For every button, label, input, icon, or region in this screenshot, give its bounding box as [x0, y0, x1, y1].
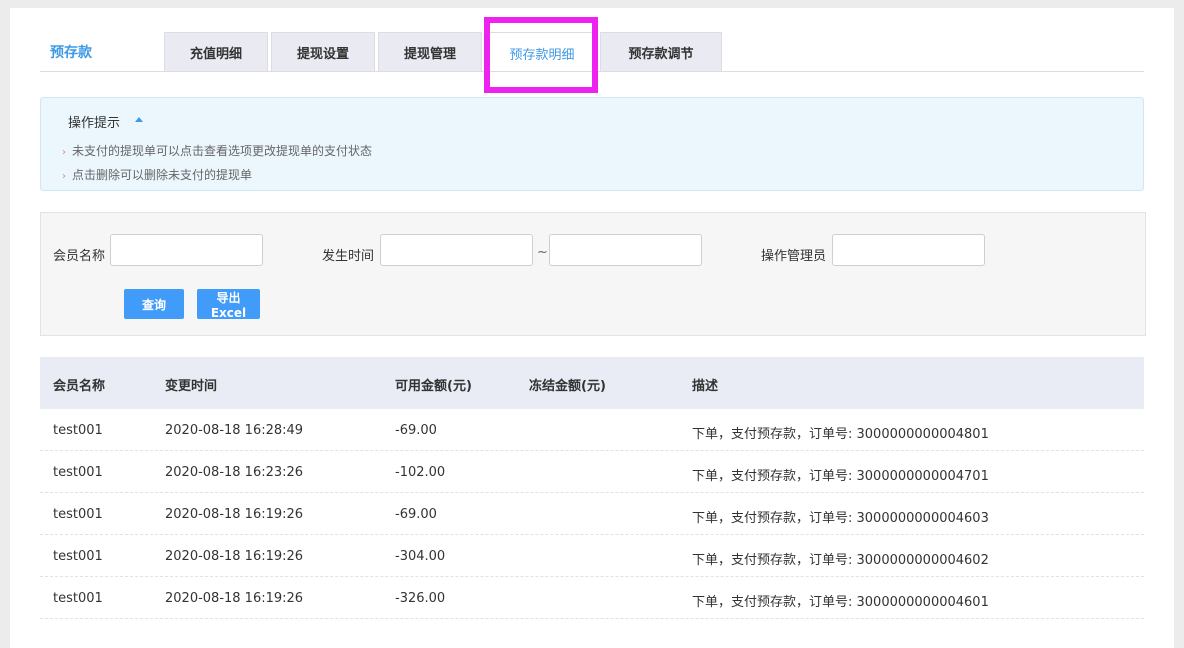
cell-available: -326.00	[395, 591, 446, 606]
page-title: 预存款	[50, 45, 92, 61]
table-row: test001 2020-08-18 16:19:26 -326.00 下单，支…	[40, 577, 1144, 619]
cell-time: 2020-08-18 16:19:26	[165, 591, 304, 606]
tab-recharge-detail[interactable]: 充值明细	[164, 32, 268, 72]
cell-member: test001	[53, 549, 103, 564]
column-time: 变更时间	[165, 379, 218, 394]
tab-withdraw-settings[interactable]: 提现设置	[271, 32, 375, 72]
cell-available: -304.00	[395, 549, 446, 564]
tip-item: › 未支付的提现单可以点击查看选项更改提现单的支付状态	[62, 142, 372, 159]
cell-description: 下单，支付预存款，订单号: 3000000000004701	[692, 469, 989, 484]
cell-available: -69.00	[395, 423, 437, 438]
cell-description: 下单，支付预存款，订单号: 3000000000004601	[692, 595, 989, 610]
time-label: 发生时间	[322, 249, 375, 264]
table-row: test001 2020-08-18 16:28:49 -69.00 下单，支付…	[40, 409, 1144, 451]
main-panel: 预存款 充值明细 提现设置 提现管理 预存款明细 预存款调节 操作提示 › 未支付…	[10, 8, 1174, 648]
cell-member: test001	[53, 591, 103, 606]
column-frozen: 冻结金额(元)	[529, 379, 606, 394]
cell-member: test001	[53, 507, 103, 522]
cell-member: test001	[53, 423, 103, 438]
column-available: 可用金额(元)	[395, 379, 472, 394]
tips-title[interactable]: 操作提示	[68, 112, 120, 131]
column-description: 描述	[692, 379, 719, 394]
tip-text: 未支付的提现单可以点击查看选项更改提现单的支付状态	[72, 144, 373, 158]
member-name-label: 会员名称	[53, 249, 106, 264]
time-from-input[interactable]	[380, 234, 533, 266]
cell-description: 下单，支付预存款，订单号: 3000000000004603	[692, 511, 989, 526]
export-excel-button[interactable]: 导出Excel	[197, 289, 260, 320]
cell-description: 下单，支付预存款，订单号: 3000000000004801	[692, 427, 989, 442]
admin-label: 操作管理员	[761, 249, 827, 264]
table-row: test001 2020-08-18 16:19:26 -304.00 下单，支…	[40, 535, 1144, 577]
bullet-icon: ›	[62, 147, 66, 158]
column-member: 会员名称	[53, 379, 106, 394]
cell-time: 2020-08-18 16:19:26	[165, 507, 304, 522]
cell-time: 2020-08-18 16:19:26	[165, 549, 304, 564]
cell-time: 2020-08-18 16:28:49	[165, 423, 304, 438]
cell-available: -102.00	[395, 465, 446, 480]
tab-label: 提现管理	[403, 47, 456, 62]
range-separator: ~	[537, 245, 548, 260]
tip-text: 点击删除可以删除未支付的提现单	[72, 168, 253, 182]
tab-label: 充值明细	[189, 47, 242, 62]
cell-description: 下单，支付预存款，订单号: 3000000000004602	[692, 553, 989, 568]
cell-member: test001	[53, 465, 103, 480]
tab-withdraw-management[interactable]: 提现管理	[378, 32, 482, 72]
cell-available: -69.00	[395, 507, 437, 522]
time-to-input[interactable]	[549, 234, 702, 266]
collapse-arrow-icon[interactable]	[135, 117, 143, 122]
table-header: 会员名称 变更时间 可用金额(元) 冻结金额(元) 描述	[40, 357, 1144, 409]
table-row: test001 2020-08-18 16:19:26 -69.00 下单，支付…	[40, 493, 1144, 535]
cell-time: 2020-08-18 16:23:26	[165, 465, 304, 480]
tips-panel: 操作提示 › 未支付的提现单可以点击查看选项更改提现单的支付状态 › 点击删除可以删…	[40, 97, 1144, 191]
query-button[interactable]: 查询	[124, 289, 184, 319]
tip-item: › 点击删除可以删除未支付的提现单	[62, 166, 252, 183]
tab-label: 提现设置	[296, 47, 349, 62]
member-name-input[interactable]	[110, 234, 263, 266]
tab-label: 预存款调节	[628, 47, 694, 62]
tab-deposit-adjust[interactable]: 预存款调节	[600, 32, 722, 72]
table-row: test001 2020-08-18 16:23:26 -102.00 下单，支…	[40, 451, 1144, 493]
search-form: 会员名称 发生时间 ~ 操作管理员 查询 导出Excel	[40, 212, 1146, 336]
highlight-box	[484, 17, 598, 93]
admin-input[interactable]	[832, 234, 985, 266]
bullet-icon: ›	[62, 171, 66, 182]
